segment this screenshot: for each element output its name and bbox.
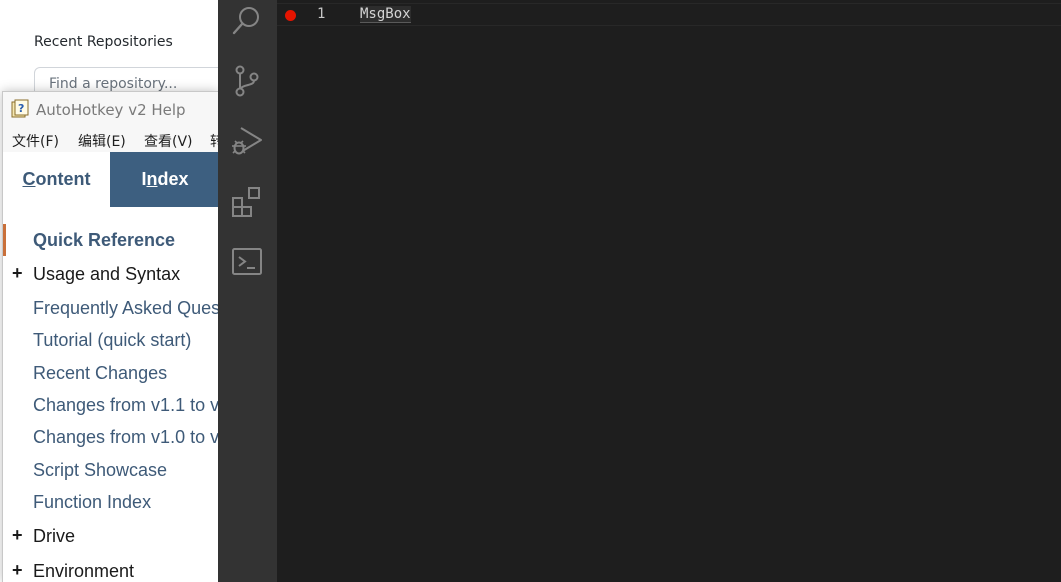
autohotkey-help-window: ? AutoHotkey v2 Help 文件(F) 编辑(E) 查看(V) 转… bbox=[2, 91, 218, 582]
search-icon[interactable] bbox=[230, 3, 264, 37]
activity-bar bbox=[218, 0, 277, 582]
tab-content-label: ontent bbox=[35, 169, 91, 189]
tree-item-label: Usage and Syntax bbox=[33, 264, 181, 284]
extensions-icon[interactable] bbox=[230, 185, 264, 219]
tree-item-faq[interactable]: Frequently Asked Ques bbox=[3, 292, 218, 324]
tree-item-label: Tutorial (quick start) bbox=[33, 330, 192, 350]
run-debug-icon[interactable] bbox=[230, 124, 264, 158]
help-titlebar[interactable]: ? AutoHotkey v2 Help bbox=[3, 92, 218, 124]
help-menubar: 文件(F) 编辑(E) 查看(V) 转 bbox=[3, 124, 218, 152]
tab-content-accesskey: C bbox=[22, 169, 36, 189]
tree-item-changes-v1-1[interactable]: Changes from v1.1 to v bbox=[3, 389, 218, 421]
tree-item-label: Script Showcase bbox=[33, 460, 168, 480]
tree-item-usage-and-syntax[interactable]: + Usage and Syntax bbox=[3, 258, 218, 290]
tree-item-label: Drive bbox=[33, 526, 76, 546]
code-token-msgbox[interactable]: MsgBox bbox=[360, 6, 411, 23]
tree-item-label: Quick Reference bbox=[33, 230, 176, 250]
tree-item-script-showcase[interactable]: Script Showcase bbox=[3, 454, 218, 486]
source-control-icon[interactable] bbox=[230, 64, 264, 98]
svg-text:?: ? bbox=[18, 102, 24, 115]
menu-view[interactable]: 查看(V) bbox=[144, 131, 193, 151]
tab-index[interactable]: Index bbox=[110, 152, 218, 207]
tree-item-label: Changes from v1.1 to v bbox=[33, 395, 218, 415]
tree-item-function-index[interactable]: Function Index bbox=[3, 486, 218, 518]
tree-item-drive[interactable]: + Drive bbox=[3, 520, 218, 552]
code-editor[interactable]: 1 MsgBox bbox=[277, 0, 1061, 582]
tree-item-environment[interactable]: + Environment bbox=[3, 555, 218, 582]
tab-index-accesskey: n bbox=[146, 169, 158, 189]
help-contents-tree: Quick Reference + Usage and Syntax Frequ… bbox=[3, 207, 218, 582]
tree-item-label: Changes from v1.0 to v bbox=[33, 427, 218, 447]
menu-edit[interactable]: 编辑(E) bbox=[78, 131, 126, 151]
menu-go[interactable]: 转 bbox=[210, 131, 218, 151]
tree-item-changes-v1-0[interactable]: Changes from v1.0 to v bbox=[3, 421, 218, 453]
tree-item-label: Environment bbox=[33, 561, 135, 581]
tab-index-label-end: dex bbox=[157, 169, 189, 189]
tab-content[interactable]: Content bbox=[3, 152, 110, 207]
help-window-title: AutoHotkey v2 Help bbox=[36, 101, 186, 119]
tree-item-recent-changes[interactable]: Recent Changes bbox=[3, 357, 218, 389]
tree-item-label: Recent Changes bbox=[33, 363, 168, 383]
tree-item-quick-reference[interactable]: Quick Reference bbox=[3, 224, 218, 256]
help-app-icon: ? bbox=[11, 99, 30, 118]
breakpoint-icon[interactable] bbox=[285, 10, 296, 21]
tree-item-tutorial[interactable]: Tutorial (quick start) bbox=[3, 324, 218, 356]
help-tabs: Content Index bbox=[3, 152, 218, 207]
recent-repositories-heading: Recent Repositories bbox=[34, 34, 173, 50]
expand-icon[interactable]: + bbox=[12, 560, 23, 581]
expand-icon[interactable]: + bbox=[12, 263, 23, 284]
menu-file[interactable]: 文件(F) bbox=[12, 131, 59, 151]
tree-item-label: Frequently Asked Ques bbox=[33, 298, 218, 318]
code-line[interactable]: MsgBox bbox=[360, 6, 411, 23]
expand-icon[interactable]: + bbox=[12, 525, 23, 546]
line-number: 1 bbox=[317, 6, 326, 22]
terminal-icon[interactable] bbox=[230, 245, 264, 279]
tree-item-label: Function Index bbox=[33, 492, 152, 512]
active-item-indicator bbox=[3, 224, 6, 256]
